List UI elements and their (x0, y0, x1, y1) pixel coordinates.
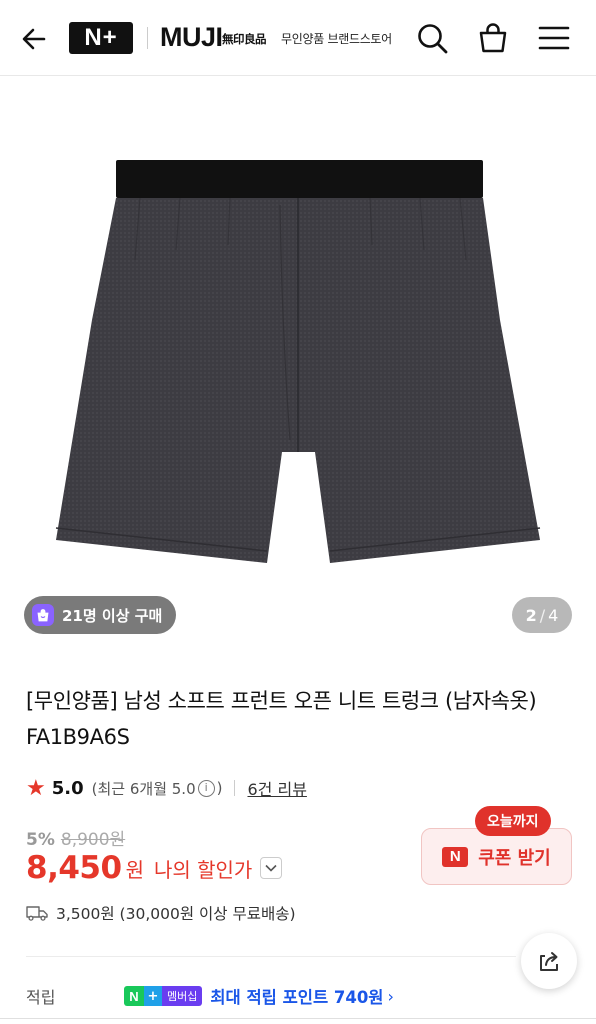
product-photo (55, 160, 541, 563)
sale-price: 8,450 (26, 850, 122, 886)
brand-logo[interactable]: MUJI (160, 22, 223, 53)
rating-recent: (최근 6개월 5.0 (91, 779, 196, 798)
page-separator: / (539, 605, 546, 625)
share-icon (540, 952, 558, 971)
search-icon[interactable] (414, 20, 450, 56)
discount-rate: 5% (26, 830, 55, 850)
bag-badge-icon (32, 604, 54, 626)
truck-icon (26, 906, 48, 921)
points-row[interactable]: 적립 N + 멤버십 최대 적립 포인트 740원 › (26, 982, 574, 1010)
brand-logo-jp: 無印良品 (222, 32, 267, 46)
my-discount-label[interactable]: 나의 할인가 (154, 854, 252, 883)
points-label: 적립 (26, 988, 56, 1007)
rating-row: ★ 5.0 (최근 6개월 5.0 i ) 6건 리뷰 (26, 774, 307, 802)
membership-text: 멤버십 (162, 986, 203, 1006)
naver-plus-logo[interactable]: N+ (69, 22, 133, 54)
product-image[interactable] (0, 77, 596, 639)
bottom-divider (0, 1018, 596, 1019)
shipping-text: 3,500원 (30,000원 이상 무료배송) (56, 905, 296, 923)
purchase-count-badge: 21명 이상 구매 (24, 596, 177, 634)
naver-n-icon: N (442, 846, 469, 867)
max-points-text[interactable]: 최대 적립 포인트 740원 (210, 984, 383, 1008)
purchase-count-text: 21명 이상 구매 (62, 606, 163, 625)
coupon-button[interactable]: N 쿠폰 받기 (421, 828, 572, 885)
shopping-bag-icon[interactable] (475, 20, 511, 56)
product-title: [무인양품] 남성 소프트 프런트 오픈 니트 트렁크 (남자속옷) FA1B9… (26, 689, 537, 749)
current-page: 2 (525, 605, 537, 625)
discount-row: 5% 8,900원 (26, 825, 125, 850)
store-name[interactable]: 무인양품 브랜드스토어 (281, 30, 392, 47)
header-divider (147, 27, 148, 49)
share-button[interactable] (521, 933, 577, 989)
rating-divider (234, 780, 236, 796)
total-pages: 4 (548, 605, 559, 625)
price-row: 8,450 원 나의 할인가 (26, 850, 283, 886)
price-unit: 원 (125, 857, 144, 882)
chevron-down-icon[interactable] (260, 857, 283, 879)
section-divider (26, 956, 516, 957)
top-header: N+ MUJI 無印良品 무인양품 브랜드스토어 (0, 0, 596, 76)
image-page-indicator: 2 / 4 (512, 597, 572, 633)
membership-plus: + (144, 986, 162, 1006)
rating-recent-close: ) (216, 779, 223, 797)
shipping-row: 3,500원 (30,000원 이상 무료배송) (26, 902, 296, 924)
review-link[interactable]: 6건 리뷰 (247, 776, 306, 800)
menu-icon[interactable] (536, 20, 572, 56)
star-icon: ★ (26, 775, 46, 801)
rating-value: 5.0 (51, 777, 84, 799)
original-price: 8,900원 (60, 830, 126, 850)
membership-n: N (124, 986, 144, 1006)
back-arrow-icon[interactable] (18, 22, 52, 56)
coupon-deadline-tag: 오늘까지 (475, 806, 551, 836)
chevron-right-icon[interactable]: › (388, 987, 394, 1006)
info-icon[interactable]: i (197, 779, 215, 797)
membership-badge: N + 멤버십 (124, 986, 203, 1006)
coupon-label: 쿠폰 받기 (478, 847, 551, 869)
